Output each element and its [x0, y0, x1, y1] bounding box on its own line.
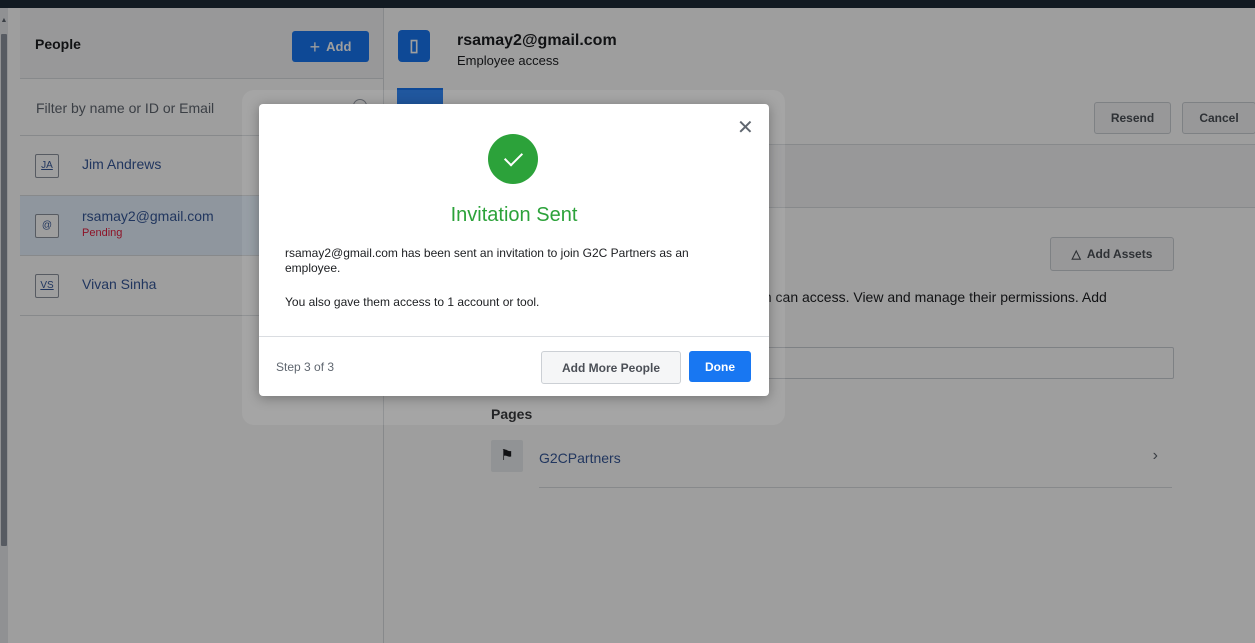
dialog-access-message: You also gave them access to 1 account o…: [285, 295, 540, 309]
dialog-footer: Step 3 of 3 Add More People Done: [259, 336, 769, 397]
dialog-title: Invitation Sent: [450, 204, 578, 226]
success-badge: [488, 134, 538, 184]
step-indicator: Step 3 of 3: [276, 360, 335, 374]
done-button[interactable]: Done: [689, 351, 751, 382]
add-more-people-button[interactable]: Add More People: [541, 351, 681, 384]
close-icon[interactable]: ✕: [737, 118, 754, 138]
dialog-message: rsamay2@gmail.com has been sent an invit…: [285, 246, 689, 275]
checkmark-icon: [503, 146, 523, 167]
invitation-sent-dialog: ✕ Invitation Sent rsamay2@gmail.com has …: [259, 104, 769, 396]
